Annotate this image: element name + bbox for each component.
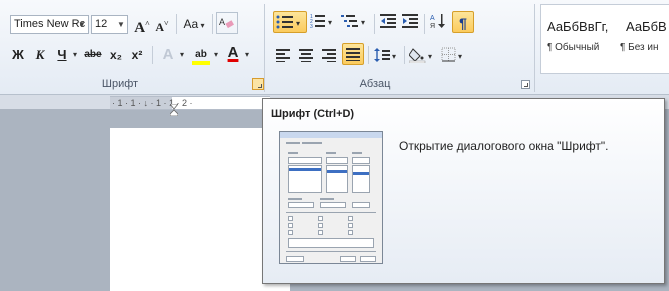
numbering-button[interactable]: 1 2 3 ▾: [309, 11, 337, 33]
line-spacing-icon: ▾: [374, 48, 396, 62]
divider: [404, 46, 405, 64]
font-name-combo[interactable]: Times New Rc ▼: [10, 15, 89, 34]
multilevel-list-button[interactable]: ▾: [340, 11, 370, 33]
font-size-value: 12: [95, 18, 108, 30]
borders-icon: ▾: [441, 47, 462, 62]
font-group-label: Шрифт: [101, 78, 139, 90]
divider: [212, 14, 213, 34]
indent-icon: [402, 14, 418, 28]
align-center-icon: [299, 49, 313, 62]
decrease-indent-button[interactable]: [378, 11, 398, 33]
borders-button[interactable]: ▾: [440, 44, 468, 66]
clear-formatting-button[interactable]: A: [216, 12, 238, 34]
grow-font-button[interactable]: A˄: [133, 13, 151, 36]
font-dialog-launcher[interactable]: [252, 78, 264, 90]
outdent-icon: [380, 14, 396, 28]
svg-text:Я: Я: [430, 23, 435, 29]
align-right-button[interactable]: [319, 44, 339, 66]
font-dialog-tooltip: Шрифт (Ctrl+D) Открытие диалогового окна…: [262, 98, 665, 284]
svg-text:▾: ▾: [361, 18, 365, 27]
divider: [374, 14, 375, 34]
tooltip-description: Открытие диалогового окна "Шрифт".: [399, 139, 609, 153]
sort-icon: AЯ: [430, 14, 445, 30]
bullet-list-icon: ▾: [276, 15, 300, 29]
underline-dropdown[interactable]: ▾: [71, 44, 79, 66]
paragraph-dialog-launcher[interactable]: [521, 80, 530, 89]
line-spacing-button[interactable]: ▾: [372, 44, 400, 66]
style-name[interactable]: ¶ Обычный: [547, 42, 599, 53]
tooltip-title: Шрифт (Ctrl+D): [271, 108, 355, 120]
svg-text:▾: ▾: [458, 52, 462, 61]
strikethrough-button[interactable]: abe: [82, 44, 104, 66]
group-separator: [534, 4, 535, 92]
bullets-button[interactable]: ▾: [273, 11, 307, 33]
svg-text:▾: ▾: [428, 52, 432, 61]
align-right-icon: [322, 49, 336, 62]
font-color-button[interactable]: A: [224, 42, 242, 64]
indent-marker-icon[interactable]: [169, 103, 179, 117]
styles-gallery[interactable]: АаБбВвГг, ¶ Обычный АаБбВ ¶ Без ин: [540, 4, 669, 74]
svg-text:▾: ▾: [392, 52, 396, 61]
highlight-color-swatch: [192, 61, 210, 65]
change-case-button[interactable]: Aa ▾: [180, 13, 208, 35]
text-effects-button[interactable]: A: [158, 44, 178, 66]
underline-button[interactable]: Ч: [54, 44, 70, 66]
bold-button[interactable]: Ж: [10, 44, 26, 66]
align-left-button[interactable]: [273, 44, 293, 66]
chevron-down-icon[interactable]: ▼: [115, 16, 127, 33]
paint-bucket-icon: ▾: [408, 48, 432, 64]
highlight-dropdown[interactable]: ▾: [212, 44, 220, 66]
text-effects-dropdown[interactable]: ▾: [178, 44, 186, 66]
subscript-button[interactable]: x₂: [107, 44, 125, 66]
divider: [424, 14, 425, 34]
chevron-down-icon[interactable]: ▼: [76, 16, 88, 33]
divider: [152, 46, 153, 64]
show-formatting-button[interactable]: ¶: [452, 11, 474, 33]
numbered-list-icon: 123 ▾: [310, 14, 332, 30]
increase-indent-button[interactable]: [400, 11, 420, 33]
ruler-ticks: · 1 · 1 · ↓ · 1 · 1 · 2 ·: [112, 98, 193, 108]
horizontal-ruler[interactable]: · 1 · 1 · ↓ · 1 · 1 · 2 ·: [110, 96, 270, 110]
font-color-dropdown[interactable]: ▾: [243, 44, 251, 66]
svg-text:3: 3: [310, 24, 313, 29]
style-sample: АаБбВ: [626, 19, 667, 34]
divider: [368, 46, 369, 64]
multilevel-list-icon: ▾: [341, 15, 365, 27]
divider: [176, 14, 177, 34]
font-dialog-preview-image: [279, 131, 383, 264]
eraser-icon: A: [219, 17, 234, 29]
align-center-button[interactable]: [296, 44, 316, 66]
ribbon: Times New Rc ▼ 12 ▼ A˄ A˅ Aa ▾ A Ж К Ч ▾…: [0, 0, 669, 95]
svg-text:▾: ▾: [328, 18, 332, 27]
font-name-value: Times New Rc: [14, 18, 86, 30]
sort-button[interactable]: AЯ: [428, 11, 448, 33]
svg-text:▾: ▾: [296, 19, 300, 28]
style-sample: АаБбВвГг,: [547, 19, 609, 34]
font-size-combo[interactable]: 12 ▼: [91, 15, 128, 34]
superscript-button[interactable]: x²: [128, 44, 146, 66]
shrink-font-button[interactable]: A˅: [154, 13, 170, 35]
svg-text:A: A: [219, 17, 225, 27]
paragraph-group-label: Абзац: [359, 78, 391, 90]
style-name[interactable]: ¶ Без ин: [620, 42, 659, 53]
italic-button[interactable]: К: [32, 44, 48, 66]
highlight-button[interactable]: ab: [190, 44, 212, 66]
svg-text:A: A: [430, 15, 435, 22]
align-left-icon: [276, 49, 290, 62]
justify-button[interactable]: [342, 43, 364, 65]
justify-icon: [346, 48, 360, 61]
shading-button[interactable]: ▾: [408, 44, 438, 66]
group-separator: [264, 4, 265, 92]
